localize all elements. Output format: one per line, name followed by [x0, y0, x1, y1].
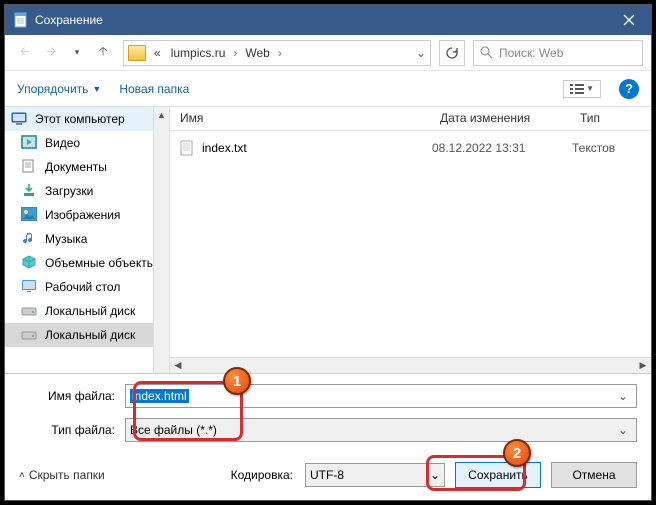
titlebar: Сохранение: [5, 5, 651, 35]
toolbar: Упорядочить ▼ Новая папка ▼ ?: [5, 71, 651, 107]
desktop-icon: [21, 279, 39, 295]
downloads-icon: [21, 183, 39, 199]
chevron-right-icon[interactable]: ›: [278, 46, 282, 60]
filename-value: index.html: [130, 389, 189, 403]
nav-bar: 🡠 🡢 ▾ 🡡 « lumpics.ru › Web › ⌄ Поиск: We…: [5, 35, 651, 71]
file-name: index.txt: [202, 141, 432, 155]
textfile-icon: [180, 140, 196, 156]
file-row[interactable]: index.txt 08.12.2022 13:31 Текстов: [180, 137, 641, 159]
encoding-value: UTF-8: [310, 468, 344, 482]
sidebar-item[interactable]: Рабочий стол: [5, 275, 169, 299]
address-dropdown[interactable]: ⌄: [416, 46, 426, 60]
sidebar-this-pc[interactable]: Этот компьютер: [5, 107, 169, 131]
chevron-down-icon[interactable]: ⌄: [614, 389, 632, 403]
file-type: Текстов: [572, 141, 615, 155]
file-pane: Имя Дата изменения Тип index.txt 08.12.2…: [170, 107, 651, 373]
images-icon: [21, 207, 39, 223]
new-folder-button[interactable]: Новая папка: [119, 82, 189, 96]
close-button[interactable]: [606, 5, 651, 35]
breadcrumb-prefix: «: [152, 46, 163, 60]
sidebar-item[interactable]: Локальный диск: [5, 323, 169, 347]
hide-folders-toggle[interactable]: ˄ Скрыть папки: [19, 468, 105, 482]
notepad-icon: [13, 12, 29, 28]
breadcrumb-2[interactable]: Web: [243, 46, 271, 60]
chevron-down-icon: ▼: [586, 84, 594, 93]
column-headers: Имя Дата изменения Тип: [170, 107, 651, 131]
refresh-button[interactable]: [439, 40, 465, 66]
filetype-select[interactable]: Все файлы (*.*) ⌄: [125, 418, 637, 442]
filename-input[interactable]: index.html ⌄: [125, 384, 637, 408]
sidebar-item[interactable]: Загрузки: [5, 179, 169, 203]
file-date: 08.12.2022 13:31: [432, 141, 572, 155]
scroll-left-icon[interactable]: ◀: [170, 360, 186, 371]
help-button[interactable]: ?: [619, 79, 639, 99]
sidebar-item[interactable]: Музыка: [5, 227, 169, 251]
sidebar-item[interactable]: Изображения: [5, 203, 169, 227]
back-button[interactable]: 🡠: [13, 41, 37, 65]
video-icon: [21, 135, 39, 151]
save-panel: Имя файла: index.html ⌄ Тип файла: Все ф…: [5, 374, 651, 456]
forward-button[interactable]: 🡢: [39, 41, 63, 65]
col-name[interactable]: Имя: [170, 107, 430, 130]
col-date[interactable]: Дата изменения: [430, 107, 570, 130]
chevron-down-icon[interactable]: ⌄: [614, 423, 632, 437]
search-icon: [480, 46, 493, 59]
col-type[interactable]: Тип: [570, 107, 651, 130]
up-button[interactable]: 🡡: [91, 41, 115, 65]
breadcrumb-1[interactable]: lumpics.ru: [169, 46, 228, 60]
drive-icon: [21, 303, 39, 319]
sidebar-scrollbar[interactable]: ▲: [153, 107, 169, 373]
pc-icon: [11, 111, 29, 127]
sidebar-item[interactable]: Локальный диск: [5, 299, 169, 323]
cancel-button[interactable]: Отмена: [551, 462, 637, 488]
search-input[interactable]: Поиск: Web: [473, 40, 643, 66]
chevron-up-icon: ˄: [19, 470, 25, 481]
sidebar: Этот компьютер Видео Документы Загрузки …: [5, 107, 170, 373]
chevron-down-icon: ▼: [92, 84, 101, 94]
window-title: Сохранение: [35, 13, 606, 27]
sidebar-item[interactable]: Видео: [5, 131, 169, 155]
file-list[interactable]: index.txt 08.12.2022 13:31 Текстов: [170, 131, 651, 357]
filetype-label: Тип файла:: [19, 423, 119, 437]
save-button[interactable]: Сохранить: [455, 462, 541, 488]
scroll-up-icon[interactable]: ▲: [154, 107, 169, 123]
search-placeholder: Поиск: Web: [499, 46, 563, 60]
annotation-badge-2: 2: [503, 439, 531, 467]
chevron-down-icon[interactable]: ⌄: [430, 468, 440, 482]
3d-icon: [21, 255, 39, 271]
organize-menu[interactable]: Упорядочить ▼: [17, 82, 101, 96]
annotation-badge-1: 1: [223, 367, 251, 395]
documents-icon: [21, 159, 39, 175]
filetype-value: Все файлы (*.*): [130, 423, 217, 437]
view-icon: [570, 83, 584, 95]
music-icon: [21, 231, 39, 247]
address-bar[interactable]: « lumpics.ru › Web › ⌄: [123, 40, 431, 66]
recent-dropdown[interactable]: ▾: [65, 41, 89, 65]
folder-icon: [128, 45, 146, 61]
sidebar-item[interactable]: Объемные объекты: [5, 251, 169, 275]
chevron-right-icon[interactable]: ›: [233, 46, 237, 60]
filename-label: Имя файла:: [19, 389, 119, 403]
sidebar-item[interactable]: Документы: [5, 155, 169, 179]
footer: ˄ Скрыть папки Кодировка: UTF-8 ⌄ Сохран…: [5, 456, 651, 500]
view-options[interactable]: ▼: [563, 80, 601, 98]
drive-icon: [21, 327, 39, 343]
scroll-right-icon[interactable]: ▶: [635, 360, 651, 371]
encoding-select[interactable]: UTF-8 ⌄: [305, 463, 445, 487]
encoding-label: Кодировка:: [231, 468, 295, 482]
